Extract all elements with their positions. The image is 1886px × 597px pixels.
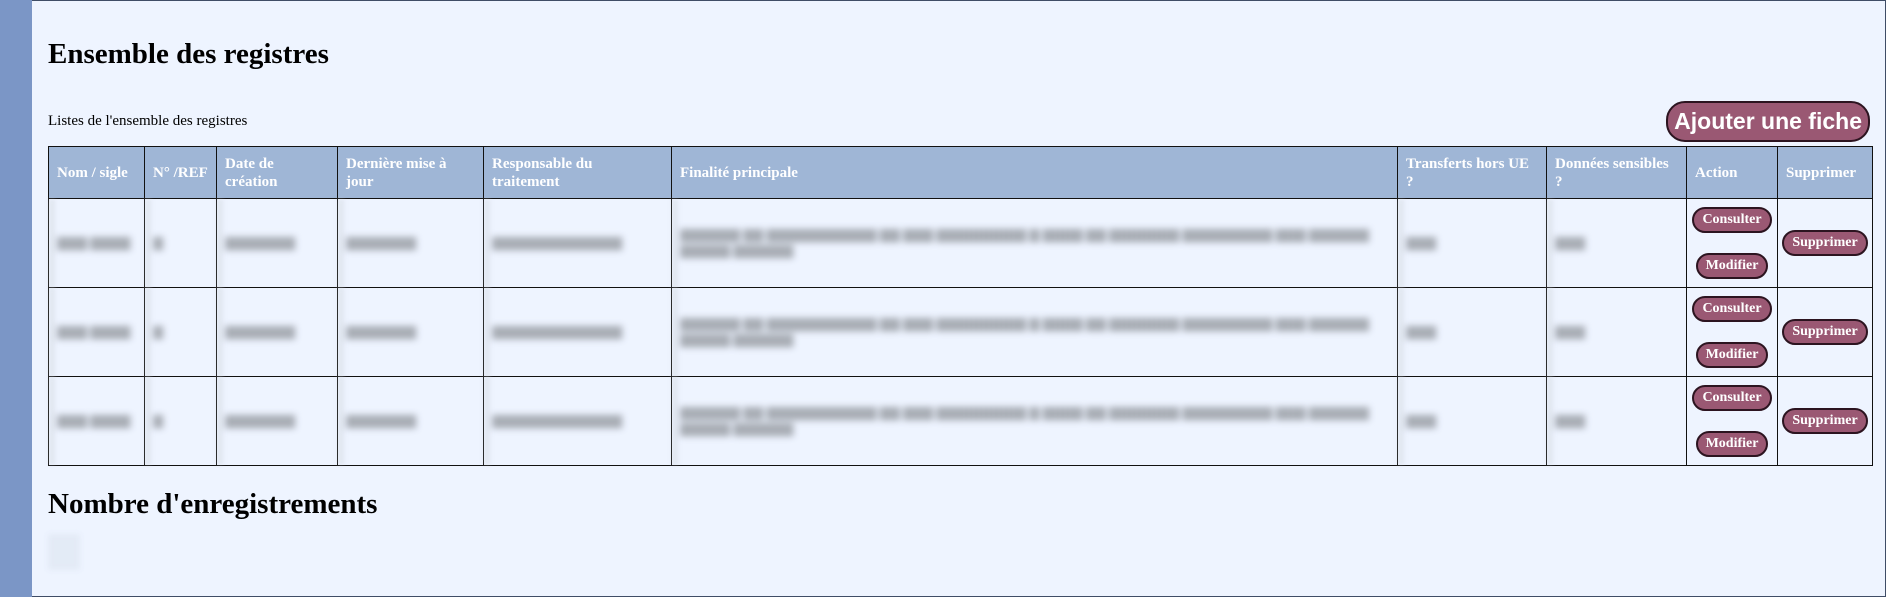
cell-transferts-redacted: ▇▇▇	[1397, 376, 1547, 466]
cell-finalite-redacted: ▇▇▇▇▇▇ ▇▇ ▇▇▇▇▇▇▇▇▇▇▇ ▇▇ ▇▇▇ ▇▇▇▇▇▇▇▇▇ ▇…	[671, 287, 1398, 377]
cell-action: Consulter Modifier	[1686, 287, 1778, 377]
record-count-value-redacted	[48, 534, 80, 570]
cell-responsable-redacted: ▇▇▇▇▇▇▇▇▇▇▇▇▇	[483, 287, 672, 377]
header-derniere-maj: Dernière mise à jour	[337, 146, 484, 199]
cell-donnees-sensibles-redacted: ▇▇▇	[1546, 376, 1687, 466]
cell-derniere-maj-redacted: ▇▇▇▇▇▇▇	[337, 376, 484, 466]
cell-nom-sigle-redacted: ▇▇▇ ▇▇▇▇	[48, 376, 145, 466]
page-title: Ensemble des registres	[48, 38, 329, 70]
cell-supprimer: Supprimer	[1777, 198, 1873, 288]
cell-ref-redacted: ▇	[144, 287, 217, 377]
cell-date-creation-redacted: ▇▇▇▇▇▇▇	[216, 376, 338, 466]
header-action: Action	[1686, 146, 1778, 199]
cell-ref-redacted: ▇	[144, 198, 217, 288]
table-row: ▇▇▇ ▇▇▇▇ ▇ ▇▇▇▇▇▇▇ ▇▇▇▇▇▇▇ ▇▇▇▇▇▇▇▇▇▇▇▇▇…	[48, 198, 1873, 288]
cell-derniere-maj-redacted: ▇▇▇▇▇▇▇	[337, 198, 484, 288]
cell-transferts-redacted: ▇▇▇	[1397, 198, 1547, 288]
modifier-button[interactable]: Modifier	[1695, 253, 1769, 279]
header-ref: N° /REF	[144, 146, 217, 199]
header-finalite: Finalité principale	[671, 146, 1398, 199]
cell-transferts-redacted: ▇▇▇	[1397, 287, 1547, 377]
window-top-border	[0, 0, 1886, 1]
header-supprimer: Supprimer	[1777, 146, 1873, 199]
header-transferts-hors-ue: Transferts hors UE ?	[1397, 146, 1547, 199]
cell-supprimer: Supprimer	[1777, 287, 1873, 377]
cell-date-creation-redacted: ▇▇▇▇▇▇▇	[216, 198, 338, 288]
cell-nom-sigle-redacted: ▇▇▇ ▇▇▇▇	[48, 198, 145, 288]
header-donnees-sensibles: Données sensibles ?	[1546, 146, 1687, 199]
table-header-row: Nom / sigle N° /REF Date de création Der…	[48, 146, 1873, 199]
cell-responsable-redacted: ▇▇▇▇▇▇▇▇▇▇▇▇▇	[483, 198, 672, 288]
cell-finalite-redacted: ▇▇▇▇▇▇ ▇▇ ▇▇▇▇▇▇▇▇▇▇▇ ▇▇ ▇▇▇ ▇▇▇▇▇▇▇▇▇ ▇…	[671, 376, 1398, 466]
add-record-button[interactable]: Ajouter une fiche	[1666, 101, 1870, 142]
supprimer-button[interactable]: Supprimer	[1782, 230, 1868, 256]
registers-table: Nom / sigle N° /REF Date de création Der…	[48, 146, 1873, 466]
supprimer-button[interactable]: Supprimer	[1782, 319, 1868, 345]
header-responsable: Responsable du traitement	[483, 146, 672, 199]
record-count-title: Nombre d'enregistrements	[48, 488, 378, 520]
header-nom-sigle: Nom / sigle	[48, 146, 145, 199]
cell-donnees-sensibles-redacted: ▇▇▇	[1546, 198, 1687, 288]
header-date-creation: Date de création	[216, 146, 338, 199]
modifier-button[interactable]: Modifier	[1695, 431, 1769, 457]
modifier-button[interactable]: Modifier	[1695, 342, 1769, 368]
cell-date-creation-redacted: ▇▇▇▇▇▇▇	[216, 287, 338, 377]
consulter-button[interactable]: Consulter	[1692, 296, 1772, 322]
cell-ref-redacted: ▇	[144, 376, 217, 466]
left-sidebar-strip	[0, 0, 32, 597]
page-subtitle: Listes de l'ensemble des registres	[48, 113, 248, 129]
cell-supprimer: Supprimer	[1777, 376, 1873, 466]
cell-derniere-maj-redacted: ▇▇▇▇▇▇▇	[337, 287, 484, 377]
cell-finalite-redacted: ▇▇▇▇▇▇ ▇▇ ▇▇▇▇▇▇▇▇▇▇▇ ▇▇ ▇▇▇ ▇▇▇▇▇▇▇▇▇ ▇…	[671, 198, 1398, 288]
supprimer-button[interactable]: Supprimer	[1782, 408, 1868, 434]
cell-nom-sigle-redacted: ▇▇▇ ▇▇▇▇	[48, 287, 145, 377]
cell-action: Consulter Modifier	[1686, 198, 1778, 288]
consulter-button[interactable]: Consulter	[1692, 207, 1772, 233]
cell-donnees-sensibles-redacted: ▇▇▇	[1546, 287, 1687, 377]
table-row: ▇▇▇ ▇▇▇▇ ▇ ▇▇▇▇▇▇▇ ▇▇▇▇▇▇▇ ▇▇▇▇▇▇▇▇▇▇▇▇▇…	[48, 287, 1873, 377]
cell-action: Consulter Modifier	[1686, 376, 1778, 466]
consulter-button[interactable]: Consulter	[1692, 385, 1772, 411]
table-row: ▇▇▇ ▇▇▇▇ ▇ ▇▇▇▇▇▇▇ ▇▇▇▇▇▇▇ ▇▇▇▇▇▇▇▇▇▇▇▇▇…	[48, 376, 1873, 466]
cell-responsable-redacted: ▇▇▇▇▇▇▇▇▇▇▇▇▇	[483, 376, 672, 466]
